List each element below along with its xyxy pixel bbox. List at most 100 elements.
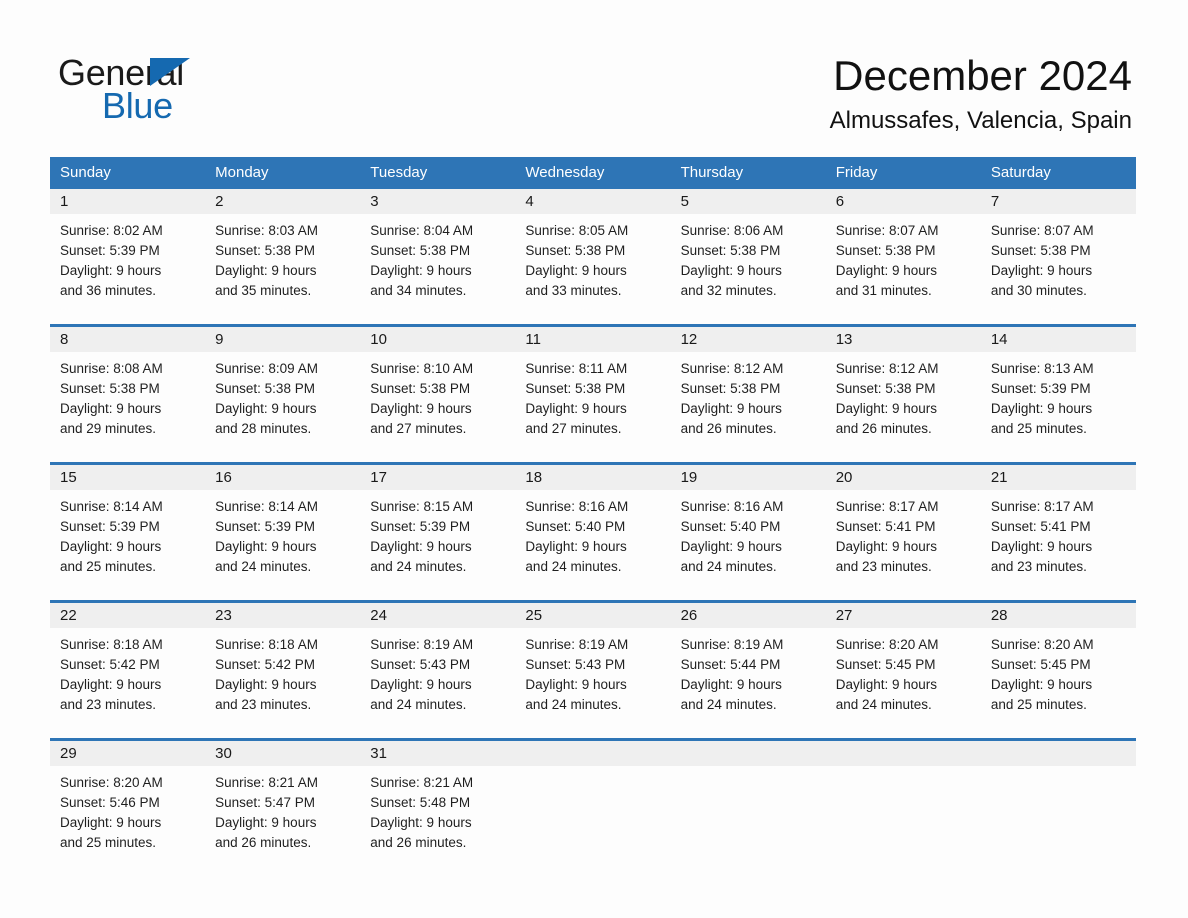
sunrise-text: Sunrise: 8:10 AM — [370, 361, 474, 376]
calendar-day-cell[interactable]: 20 Sunrise: 8:17 AM Sunset: 5:41 PM Dayligh… — [825, 465, 981, 586]
daylight-text-line1: Daylight: 9 hours — [215, 401, 317, 416]
day-details: Sunrise: 8:15 AM Sunset: 5:39 PM Daylight:… — [360, 490, 515, 577]
day-number-band: 31 — [360, 741, 516, 766]
day-number: 24 — [370, 607, 387, 624]
calendar-day-cell[interactable]: 23 Sunrise: 8:18 AM Sunset: 5:42 PM Dayligh… — [205, 603, 361, 724]
day-number: 4 — [525, 193, 534, 210]
calendar-day-cell[interactable]: 29 Sunrise: 8:20 AM Sunset: 5:46 PM Dayligh… — [50, 741, 206, 862]
calendar-day-cell[interactable]: 7 Sunrise: 8:07 AM Sunset: 5:38 PM Daylight… — [980, 189, 1136, 310]
daylight-text-line1: Daylight: 9 hours — [215, 815, 317, 830]
calendar-day-cell[interactable]: 17 Sunrise: 8:15 AM Sunset: 5:39 PM Dayligh… — [360, 465, 516, 586]
calendar-day-cell[interactable]: 27 Sunrise: 8:20 AM Sunset: 5:45 PM Dayligh… — [825, 603, 981, 724]
day-number: 2 — [215, 193, 224, 210]
sunrise-text: Sunrise: 8:18 AM — [215, 637, 318, 652]
calendar-day-cell[interactable]: 15 Sunrise: 8:14 AM Sunset: 5:39 PM Dayligh… — [50, 465, 206, 586]
calendar-day-cell[interactable]: 10 Sunrise: 8:10 AM Sunset: 5:38 PM Dayligh… — [360, 327, 516, 448]
daylight-text-line1: Daylight: 9 hours — [525, 677, 627, 692]
calendar-day-cell[interactable]: 11 Sunrise: 8:11 AM Sunset: 5:38 PM Dayligh… — [515, 327, 671, 448]
calendar-day-cell[interactable]: 21 Sunrise: 8:17 AM Sunset: 5:41 PM Dayligh… — [980, 465, 1136, 586]
daylight-text-line2: and 26 minutes. — [680, 421, 777, 436]
daylight-text-line1: Daylight: 9 hours — [60, 263, 162, 278]
daylight-text-line2: and 24 minutes. — [835, 697, 932, 712]
sunrise-text: Sunrise: 8:16 AM — [680, 499, 784, 514]
calendar-day-cell[interactable]: 16 Sunrise: 8:14 AM Sunset: 5:39 PM Dayligh… — [205, 465, 361, 586]
day-number: 17 — [370, 469, 387, 486]
daylight-text-line2: and 36 minutes. — [60, 283, 157, 298]
calendar-day-cell[interactable]: 18 Sunrise: 8:16 AM Sunset: 5:40 PM Dayligh… — [515, 465, 671, 586]
daylight-text-line2: and 26 minutes. — [835, 421, 932, 436]
calendar-day-cell[interactable]: 28 Sunrise: 8:20 AM Sunset: 5:45 PM Dayligh… — [980, 603, 1136, 724]
day-number: 7 — [990, 193, 1000, 210]
day-number-band: 22 — [50, 603, 206, 628]
daylight-text-line2: and 33 minutes. — [525, 283, 622, 298]
calendar-day-cell[interactable]: 30 Sunrise: 8:21 AM Sunset: 5:47 PM Dayligh… — [205, 741, 361, 862]
day-number-band: 1 — [50, 189, 206, 214]
day-number: 6 — [835, 193, 845, 210]
daylight-text-line1: Daylight: 9 hours — [525, 263, 627, 278]
daylight-text-line1: Daylight: 9 hours — [60, 539, 162, 554]
page-title: December 2024 — [833, 52, 1132, 99]
day-number: 15 — [60, 469, 77, 486]
day-number: 18 — [525, 469, 543, 486]
day-number-band: 2 — [205, 189, 361, 214]
day-details: Sunrise: 8:21 AM Sunset: 5:47 PM Daylight:… — [205, 766, 360, 853]
day-number-band: 17 — [360, 465, 516, 490]
sunset-text: Sunset: 5:45 PM — [835, 657, 936, 672]
day-number: 27 — [835, 607, 853, 624]
day-number: 16 — [215, 469, 232, 486]
day-number-band: 3 — [360, 189, 516, 214]
daylight-text-line1: Daylight: 9 hours — [215, 263, 317, 278]
calendar-day-cell[interactable]: 25 Sunrise: 8:19 AM Sunset: 5:43 PM Dayligh… — [515, 603, 671, 724]
calendar-day-cell[interactable]: 12 Sunrise: 8:12 AM Sunset: 5:38 PM Dayligh… — [670, 327, 826, 448]
sunset-text: Sunset: 5:39 PM — [990, 381, 1091, 396]
calendar-day-cell[interactable]: 5 Sunrise: 8:06 AM Sunset: 5:38 PM Daylight… — [670, 189, 826, 310]
generalblue-logo[interactable]: General Blue — [58, 52, 318, 126]
sunset-text: Sunset: 5:46 PM — [60, 795, 160, 810]
calendar-day-cell-empty — [825, 741, 981, 862]
day-number-band — [980, 741, 1136, 766]
calendar-day-cell[interactable]: 14 Sunrise: 8:13 AM Sunset: 5:39 PM Dayligh… — [980, 327, 1136, 448]
sunset-text: Sunset: 5:40 PM — [525, 519, 626, 534]
sunrise-text: Sunrise: 8:07 AM — [990, 223, 1094, 238]
calendar-day-cell[interactable]: 24 Sunrise: 8:19 AM Sunset: 5:43 PM Dayligh… — [360, 603, 516, 724]
calendar-day-cell[interactable]: 13 Sunrise: 8:12 AM Sunset: 5:38 PM Dayligh… — [825, 327, 981, 448]
sunrise-text: Sunrise: 8:20 AM — [990, 637, 1094, 652]
calendar-day-cell[interactable]: 3 Sunrise: 8:04 AM Sunset: 5:38 PM Daylight… — [360, 189, 516, 310]
daylight-text-line2: and 26 minutes. — [370, 835, 467, 850]
day-number: 31 — [370, 745, 387, 762]
day-details: Sunrise: 8:12 AM Sunset: 5:38 PM Daylight:… — [671, 352, 826, 439]
daylight-text-line2: and 29 minutes. — [60, 421, 157, 436]
calendar-week-row: 1 Sunrise: 8:02 AM Sunset: 5:39 PM Daylight… — [50, 189, 1136, 310]
daylight-text-line1: Daylight: 9 hours — [525, 539, 627, 554]
day-details: Sunrise: 8:19 AM Sunset: 5:44 PM Daylight:… — [671, 628, 826, 715]
calendar-day-cell[interactable]: 6 Sunrise: 8:07 AM Sunset: 5:38 PM Daylight… — [825, 189, 981, 310]
sunset-text: Sunset: 5:39 PM — [215, 519, 315, 534]
day-number: 14 — [990, 331, 1008, 348]
day-details: Sunrise: 8:12 AM Sunset: 5:38 PM Daylight:… — [826, 352, 981, 439]
day-details: Sunrise: 8:20 AM Sunset: 5:45 PM Daylight:… — [826, 628, 981, 715]
calendar-day-cell[interactable]: 2 Sunrise: 8:03 AM Sunset: 5:38 PM Daylight… — [205, 189, 361, 310]
day-details: Sunrise: 8:08 AM Sunset: 5:38 PM Daylight:… — [50, 352, 205, 439]
calendar-day-cell[interactable]: 19 Sunrise: 8:16 AM Sunset: 5:40 PM Dayligh… — [670, 465, 826, 586]
daylight-text-line1: Daylight: 9 hours — [215, 677, 317, 692]
day-number-band: 26 — [670, 603, 826, 628]
logo-text-blue: Blue — [102, 85, 173, 126]
calendar-day-cell[interactable]: 22 Sunrise: 8:18 AM Sunset: 5:42 PM Dayligh… — [50, 603, 206, 724]
day-number-band — [825, 741, 981, 766]
day-details: Sunrise: 8:17 AM Sunset: 5:41 PM Daylight:… — [826, 490, 981, 577]
calendar-day-cell[interactable]: 4 Sunrise: 8:05 AM Sunset: 5:38 PM Daylight… — [515, 189, 671, 310]
day-number-band — [515, 741, 671, 766]
calendar-day-cell[interactable]: 31 Sunrise: 8:21 AM Sunset: 5:48 PM Dayligh… — [360, 741, 516, 862]
daylight-text-line1: Daylight: 9 hours — [835, 677, 938, 692]
calendar-day-cell[interactable]: 26 Sunrise: 8:19 AM Sunset: 5:44 PM Dayligh… — [670, 603, 826, 724]
day-details: Sunrise: 8:19 AM Sunset: 5:43 PM Daylight:… — [515, 628, 670, 715]
day-number-band: 10 — [360, 327, 516, 352]
day-details: Sunrise: 8:05 AM Sunset: 5:38 PM Daylight:… — [515, 214, 670, 301]
weekday-header-tuesday: Tuesday — [370, 164, 428, 181]
calendar-day-cell[interactable]: 9 Sunrise: 8:09 AM Sunset: 5:38 PM Daylight… — [205, 327, 361, 448]
logo-triangle-icon — [150, 58, 190, 86]
calendar-day-cell[interactable]: 1 Sunrise: 8:02 AM Sunset: 5:39 PM Daylight… — [50, 189, 206, 310]
daylight-text-line1: Daylight: 9 hours — [370, 677, 472, 692]
calendar-day-cell[interactable]: 8 Sunrise: 8:08 AM Sunset: 5:38 PM Daylight… — [50, 327, 206, 448]
day-details: Sunrise: 8:02 AM Sunset: 5:39 PM Daylight:… — [50, 214, 205, 301]
